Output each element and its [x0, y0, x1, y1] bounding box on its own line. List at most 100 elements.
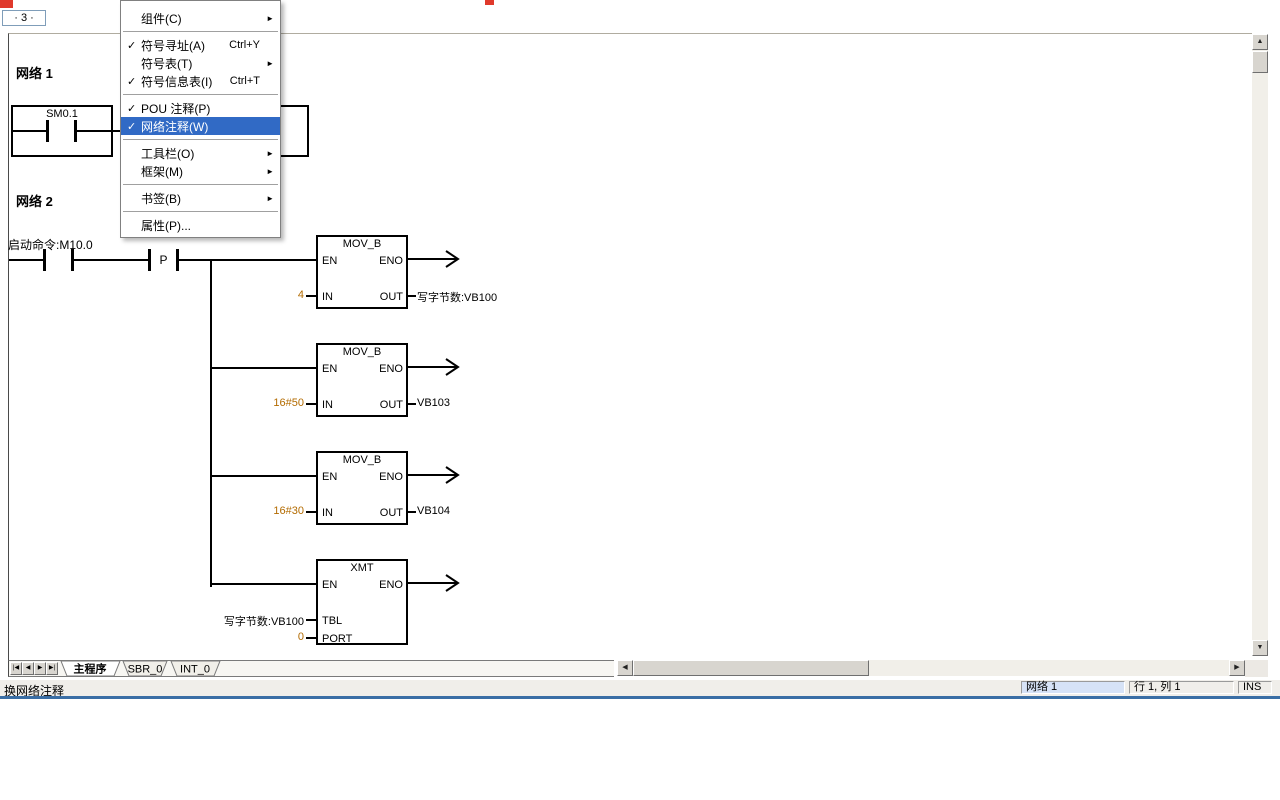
vertical-scroll-thumb[interactable]	[1252, 51, 1268, 73]
contact-operand-label: SM0.1	[11, 108, 113, 120]
output-operand[interactable]: 写字节数:VB100	[417, 289, 497, 305]
tab-int0-label[interactable]: INT_0	[180, 664, 210, 676]
scroll-left-button[interactable]: ◀	[617, 660, 633, 676]
pin-eno: ENO	[379, 471, 403, 483]
vertical-scrollbar[interactable]: ▲ ▼	[1252, 34, 1268, 656]
right-arrow-icon: ▶	[1234, 664, 1239, 671]
pin-en: EN	[322, 255, 337, 267]
instruction-box-movb-1[interactable]: MOV_B EN ENO IN OUT	[316, 235, 408, 309]
status-insert-mode-panel: INS	[1238, 681, 1272, 694]
horizontal-scroll-thumb[interactable]	[633, 660, 869, 676]
pin-en: EN	[322, 579, 337, 591]
pin-out: OUT	[380, 399, 403, 411]
pou-tab-bar: |◀ ◀ ▶ ▶| 主程序 SBR_0 INT_0	[8, 660, 614, 677]
pin-tick	[306, 511, 316, 513]
contact-sm01[interactable]	[46, 120, 77, 142]
input-value[interactable]: 0	[224, 631, 304, 643]
pin-out: OUT	[380, 291, 403, 303]
zoom-spinner[interactable]: · 3 ·	[2, 10, 46, 26]
next-tab-icon: ▶	[38, 665, 43, 671]
status-position-panel: 行 1, 列 1	[1129, 681, 1234, 694]
menu-separator	[123, 184, 278, 185]
pin-tick	[408, 403, 416, 405]
menu-item-label: POU 注释(P)	[141, 100, 210, 117]
scroll-up-button[interactable]: ▲	[1252, 34, 1268, 50]
pin-in: IN	[322, 291, 333, 303]
menu-item-bookmarks[interactable]: 书签(B) ►	[121, 189, 280, 207]
first-tab-icon: |◀	[13, 665, 19, 671]
input-value[interactable]: 16#50	[224, 397, 304, 409]
pin-eno: ENO	[379, 579, 403, 591]
instruction-box-xmt[interactable]: XMT EN ENO TBL PORT	[316, 559, 408, 645]
pin-tick	[306, 403, 316, 405]
pin-en: EN	[322, 363, 337, 375]
pin-tbl: TBL	[322, 615, 342, 627]
menu-item-label: 符号寻址(A)	[141, 37, 205, 54]
pin-tick	[306, 637, 316, 639]
box-title: MOV_B	[318, 346, 406, 358]
menu-item-symbol-info-table[interactable]: ✓ 符号信息表(I) Ctrl+T	[121, 72, 280, 90]
output-arrow-icon	[408, 465, 464, 485]
tab-nav-first-button[interactable]: |◀	[10, 662, 22, 675]
menu-shortcut: Ctrl+T	[230, 75, 260, 87]
network2-title: 网络 2	[16, 191, 53, 210]
pin-tick	[306, 295, 316, 297]
box-title: MOV_B	[318, 238, 406, 250]
scroll-right-button[interactable]: ▶	[1229, 660, 1245, 676]
pin-out: OUT	[380, 507, 403, 519]
wire	[211, 583, 318, 585]
menu-item-label: 组件(C)	[141, 10, 182, 27]
window-bottom-edge	[0, 696, 1280, 699]
input-value[interactable]: 16#30	[224, 505, 304, 517]
branch-wire	[210, 259, 212, 587]
menu-item-symbol-addressing[interactable]: ✓ 符号寻址(A) Ctrl+Y	[121, 36, 280, 54]
wire	[211, 475, 318, 477]
input-operand[interactable]: 写字节数:VB100	[204, 613, 304, 629]
pin-in: IN	[322, 399, 333, 411]
horizontal-scrollbar[interactable]: ◀ ▶	[617, 660, 1245, 676]
output-operand[interactable]: VB103	[417, 397, 450, 409]
submenu-arrow-icon: ►	[266, 59, 274, 68]
wire	[211, 367, 318, 369]
menu-item-frames[interactable]: 框架(M) ►	[121, 162, 280, 180]
positive-edge-contact[interactable]: P	[148, 249, 179, 271]
menu-item-properties[interactable]: 属性(P)...	[121, 216, 280, 234]
tab-sbr0-label[interactable]: SBR_0	[128, 664, 163, 676]
check-icon: ✓	[127, 102, 141, 115]
check-icon: ✓	[127, 39, 141, 52]
menu-item-pou-comments[interactable]: ✓ POU 注释(P)	[121, 99, 280, 117]
pin-eno: ENO	[379, 255, 403, 267]
edge-contact-letter: P	[151, 253, 176, 267]
menu-item-symbol-table[interactable]: 符号表(T) ►	[121, 54, 280, 72]
network1-title: 网络 1	[16, 63, 53, 82]
scrollbar-corner	[1245, 660, 1268, 677]
menu-separator	[123, 31, 278, 32]
application-window: · 3 · 网络 1 SM0.1 网络 2 启动命令:M10.0 P MOV_B…	[0, 0, 1280, 800]
tab-main-program-label[interactable]: 主程序	[74, 662, 107, 676]
instruction-box-movb-3[interactable]: MOV_B EN ENO IN OUT	[316, 451, 408, 525]
pin-eno: ENO	[379, 363, 403, 375]
submenu-arrow-icon: ►	[266, 167, 274, 176]
tab-nav-next-button[interactable]: ▶	[34, 662, 46, 675]
wire	[179, 259, 318, 261]
input-value[interactable]: 4	[224, 289, 304, 301]
tab-nav-last-button[interactable]: ▶|	[46, 662, 58, 675]
output-operand[interactable]: VB104	[417, 505, 450, 517]
pou-tabs: 主程序 SBR_0 INT_0	[59, 661, 614, 676]
contact-start-command[interactable]	[43, 249, 74, 271]
menu-separator	[123, 211, 278, 212]
menu-item-network-comments[interactable]: ✓ 网络注释(W)	[121, 117, 280, 135]
box-title: XMT	[318, 562, 406, 574]
instruction-box-movb-2[interactable]: MOV_B EN ENO IN OUT	[316, 343, 408, 417]
toolbar-icon-fragment-2[interactable]	[485, 0, 494, 5]
toolbar-icon-fragment[interactable]	[0, 0, 13, 8]
tab-nav-prev-button[interactable]: ◀	[22, 662, 34, 675]
wire	[11, 130, 47, 132]
menu-item-toolbars[interactable]: 工具栏(O) ►	[121, 144, 280, 162]
menu-item-components[interactable]: 组件(C) ►	[121, 9, 280, 27]
scroll-down-button[interactable]: ▼	[1252, 640, 1268, 656]
menu-separator	[123, 139, 278, 140]
up-arrow-icon: ▲	[1257, 38, 1264, 45]
output-arrow-icon	[408, 249, 464, 269]
wire	[9, 259, 44, 261]
